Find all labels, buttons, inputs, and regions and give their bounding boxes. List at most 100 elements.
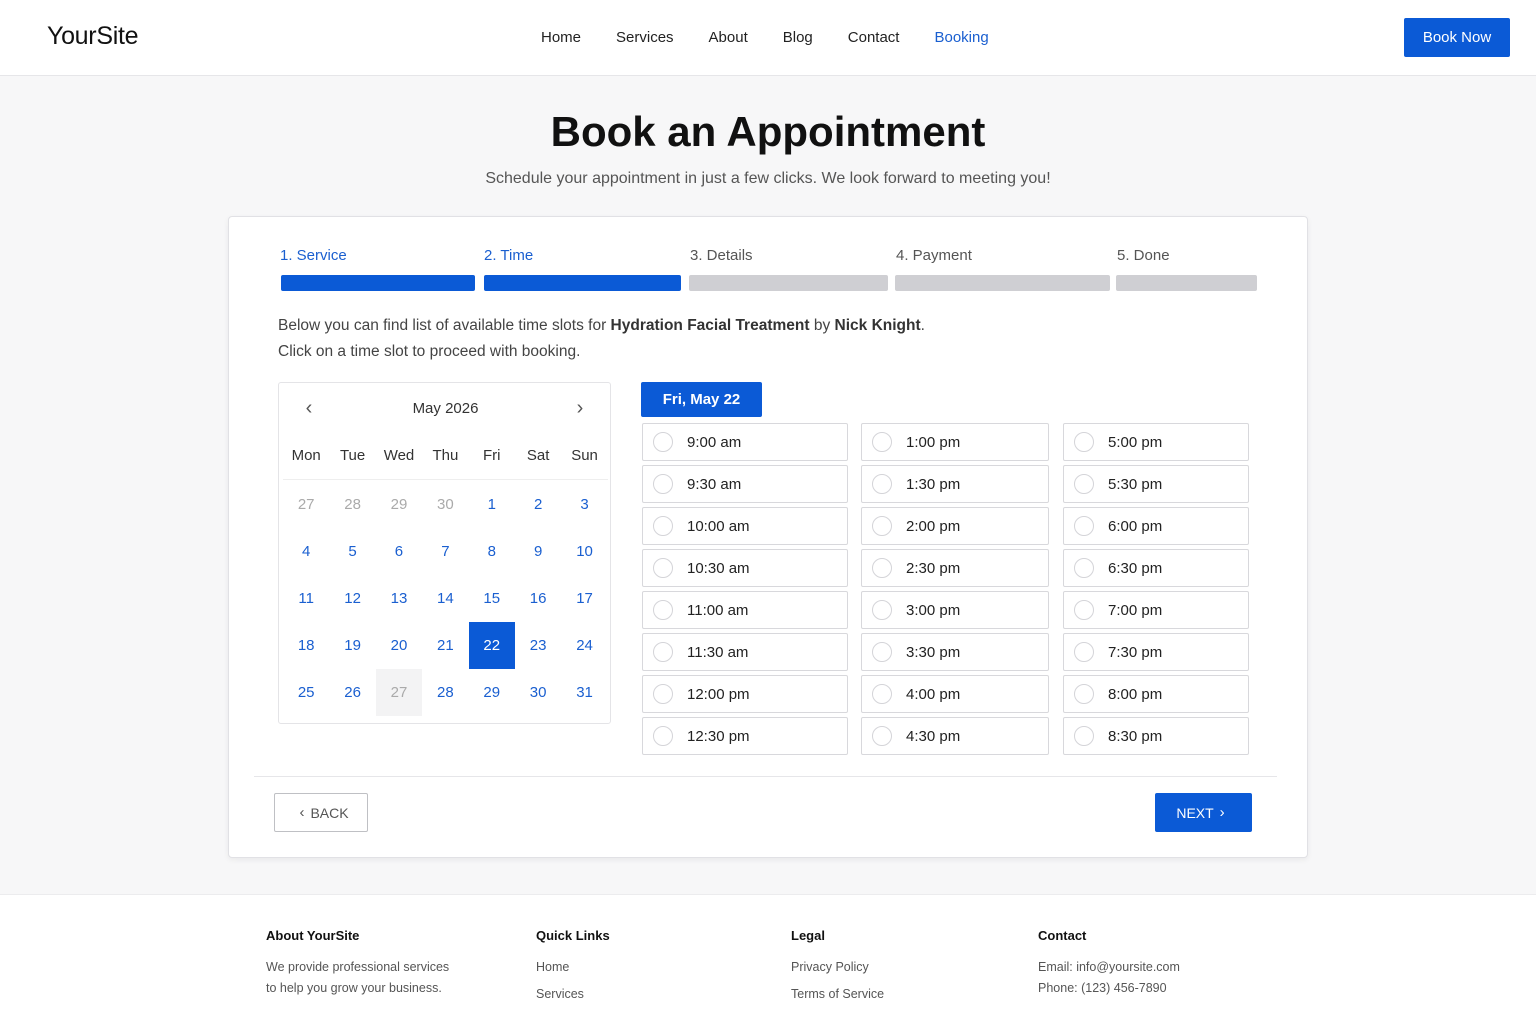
- calendar-day[interactable]: 7: [422, 528, 468, 575]
- radio-icon[interactable]: [1074, 516, 1094, 536]
- calendar-day[interactable]: 18: [283, 622, 329, 669]
- time-slot-label: 9:30 am: [687, 475, 742, 493]
- nav-home[interactable]: Home: [541, 29, 581, 46]
- radio-icon[interactable]: [872, 516, 892, 536]
- radio-icon[interactable]: [872, 726, 892, 746]
- nav-services[interactable]: Services: [616, 29, 674, 46]
- radio-icon[interactable]: [653, 432, 673, 452]
- calendar-day[interactable]: 23: [515, 622, 561, 669]
- calendar-day[interactable]: 28: [422, 669, 468, 716]
- radio-icon[interactable]: [872, 642, 892, 662]
- calendar-day[interactable]: 9: [515, 528, 561, 575]
- calendar-day[interactable]: 25: [283, 669, 329, 716]
- time-slot[interactable]: 8:00 pm: [1063, 675, 1249, 713]
- calendar-day[interactable]: 14: [422, 575, 468, 622]
- footer-link-services[interactable]: Services: [536, 984, 610, 1005]
- time-slot[interactable]: 4:30 pm: [861, 717, 1049, 755]
- radio-icon[interactable]: [1074, 600, 1094, 620]
- time-slot[interactable]: 6:00 pm: [1063, 507, 1249, 545]
- radio-icon[interactable]: [653, 600, 673, 620]
- calendar-day[interactable]: 24: [561, 622, 607, 669]
- time-slot[interactable]: 10:30 am: [642, 549, 848, 587]
- footer-contact-email: Email: info@yoursite.com: [1038, 960, 1180, 974]
- radio-icon[interactable]: [653, 726, 673, 746]
- calendar-day[interactable]: 11: [283, 575, 329, 622]
- step-label: 5. Done: [1117, 247, 1170, 264]
- time-slot[interactable]: 1:00 pm: [861, 423, 1049, 461]
- radio-icon[interactable]: [872, 684, 892, 704]
- radio-icon[interactable]: [1074, 726, 1094, 746]
- radio-icon[interactable]: [1074, 642, 1094, 662]
- radio-icon[interactable]: [1074, 684, 1094, 704]
- time-slot[interactable]: 12:30 pm: [642, 717, 848, 755]
- radio-icon[interactable]: [872, 600, 892, 620]
- time-slot[interactable]: 3:30 pm: [861, 633, 1049, 671]
- calendar-day[interactable]: 4: [283, 528, 329, 575]
- radio-icon[interactable]: [653, 558, 673, 578]
- calendar-day[interactable]: 13: [376, 575, 422, 622]
- time-slot[interactable]: 6:30 pm: [1063, 549, 1249, 587]
- radio-icon[interactable]: [653, 474, 673, 494]
- book-now-button[interactable]: Book Now: [1404, 18, 1510, 57]
- time-slot[interactable]: 8:30 pm: [1063, 717, 1249, 755]
- footer-link-home[interactable]: Home: [536, 957, 610, 978]
- radio-icon[interactable]: [872, 474, 892, 494]
- time-slot[interactable]: 12:00 pm: [642, 675, 848, 713]
- calendar-day[interactable]: 30: [515, 669, 561, 716]
- time-slot[interactable]: 3:00 pm: [861, 591, 1049, 629]
- nav-contact[interactable]: Contact: [848, 29, 900, 46]
- time-slot[interactable]: 9:00 am: [642, 423, 848, 461]
- radio-icon[interactable]: [1074, 432, 1094, 452]
- radio-icon[interactable]: [872, 432, 892, 452]
- radio-icon[interactable]: [653, 642, 673, 662]
- calendar-day[interactable]: 6: [376, 528, 422, 575]
- calendar-day[interactable]: 29: [469, 669, 515, 716]
- radio-icon[interactable]: [872, 558, 892, 578]
- time-slot[interactable]: 7:30 pm: [1063, 633, 1249, 671]
- chevron-right-icon: ›: [1219, 804, 1225, 821]
- next-button[interactable]: NEXT ›: [1155, 793, 1252, 832]
- footer-link-privacy[interactable]: Privacy Policy: [791, 957, 884, 978]
- calendar-day[interactable]: 15: [469, 575, 515, 622]
- nav-blog[interactable]: Blog: [783, 29, 813, 46]
- radio-icon[interactable]: [653, 684, 673, 704]
- nav-about[interactable]: About: [709, 29, 748, 46]
- calendar-day[interactable]: 21: [422, 622, 468, 669]
- time-slot[interactable]: 7:00 pm: [1063, 591, 1249, 629]
- time-slot[interactable]: 2:30 pm: [861, 549, 1049, 587]
- time-slot[interactable]: 5:00 pm: [1063, 423, 1249, 461]
- nav-booking[interactable]: Booking: [934, 29, 988, 46]
- time-slot[interactable]: 9:30 am: [642, 465, 848, 503]
- calendar-day-selected[interactable]: 22: [468, 622, 515, 669]
- calendar-day[interactable]: 3: [561, 481, 607, 528]
- time-slot[interactable]: 11:30 am: [642, 633, 848, 671]
- calendar-day[interactable]: 1: [469, 481, 515, 528]
- back-button[interactable]: ‹ BACK: [274, 793, 368, 832]
- calendar-day[interactable]: 2: [515, 481, 561, 528]
- footer-link-terms[interactable]: Terms of Service: [791, 984, 884, 1005]
- time-slot-label: 11:30 am: [687, 643, 749, 661]
- chevron-right-icon[interactable]: ›: [568, 398, 592, 419]
- calendar-day[interactable]: 5: [329, 528, 375, 575]
- calendar-day[interactable]: 8: [469, 528, 515, 575]
- time-slot[interactable]: 11:00 am: [642, 591, 848, 629]
- calendar-day[interactable]: 19: [329, 622, 375, 669]
- radio-icon[interactable]: [653, 516, 673, 536]
- time-slot[interactable]: 4:00 pm: [861, 675, 1049, 713]
- intro-by: by: [809, 317, 835, 334]
- radio-icon[interactable]: [1074, 558, 1094, 578]
- site-logo[interactable]: YourSite: [47, 22, 139, 51]
- calendar-day[interactable]: 20: [376, 622, 422, 669]
- calendar-day[interactable]: 10: [561, 528, 607, 575]
- time-slot[interactable]: 2:00 pm: [861, 507, 1049, 545]
- weekday-label: Wed: [383, 447, 415, 464]
- time-slot[interactable]: 10:00 am: [642, 507, 848, 545]
- calendar-day[interactable]: 26: [329, 669, 375, 716]
- time-slot[interactable]: 1:30 pm: [861, 465, 1049, 503]
- calendar-day[interactable]: 12: [329, 575, 375, 622]
- calendar-day[interactable]: 31: [561, 669, 607, 716]
- calendar-day[interactable]: 17: [561, 575, 607, 622]
- calendar-day[interactable]: 16: [515, 575, 561, 622]
- time-slot[interactable]: 5:30 pm: [1063, 465, 1249, 503]
- radio-icon[interactable]: [1074, 474, 1094, 494]
